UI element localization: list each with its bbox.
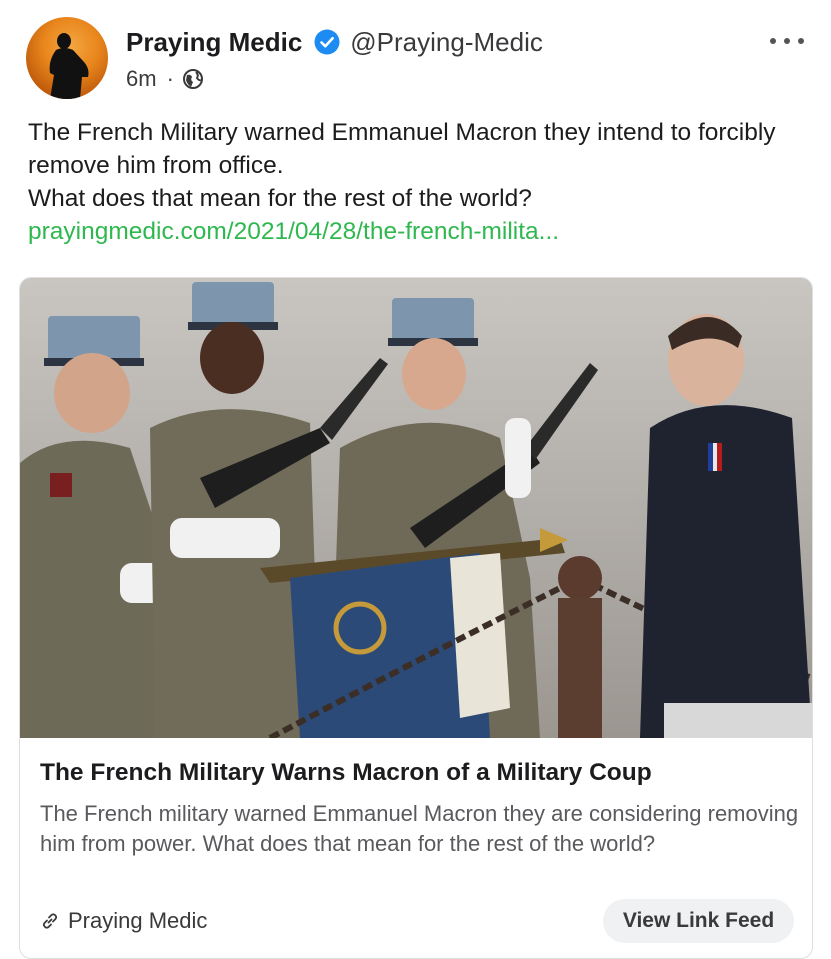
more-options-button[interactable] (770, 31, 804, 51)
globe-icon (182, 69, 203, 89)
post-timestamp[interactable]: 6m (126, 66, 157, 92)
card-description: The French military warned Emmanuel Macr… (40, 801, 799, 856)
meta-separator: · (166, 66, 174, 91)
post-meta: 6m · (126, 64, 204, 94)
card-source[interactable]: Praying Medic (40, 906, 207, 936)
more-dot-icon (784, 38, 790, 44)
post-text-line: What does that mean for the rest of the … (28, 185, 532, 212)
post-text-line: The French Military warned Emmanuel Macr… (28, 119, 776, 179)
link-icon (42, 913, 58, 929)
author-name[interactable]: Praying Medic (126, 27, 302, 58)
post-link[interactable]: prayingmedic.com/2021/04/28/the-french-m… (28, 215, 808, 248)
verified-badge-icon (314, 29, 340, 55)
card-title[interactable]: The French Military Warns Macron of a Mi… (40, 759, 800, 787)
article-photo[interactable] (20, 278, 812, 738)
author-avatar[interactable] (26, 17, 108, 99)
author-row: Praying Medic @Praying-Medic (126, 24, 543, 60)
silhouette-sunset-avatar-icon (49, 33, 89, 99)
post-body: The French Military warned Emmanuel Macr… (28, 116, 808, 248)
more-dot-icon (770, 38, 776, 44)
view-link-feed-button[interactable]: View Link Feed (603, 899, 794, 943)
more-dot-icon (798, 38, 804, 44)
author-handle[interactable]: @Praying-Medic (350, 27, 543, 58)
card-source-label: Praying Medic (68, 908, 208, 933)
link-preview-card[interactable]: The French Military Warns Macron of a Mi… (19, 277, 813, 959)
